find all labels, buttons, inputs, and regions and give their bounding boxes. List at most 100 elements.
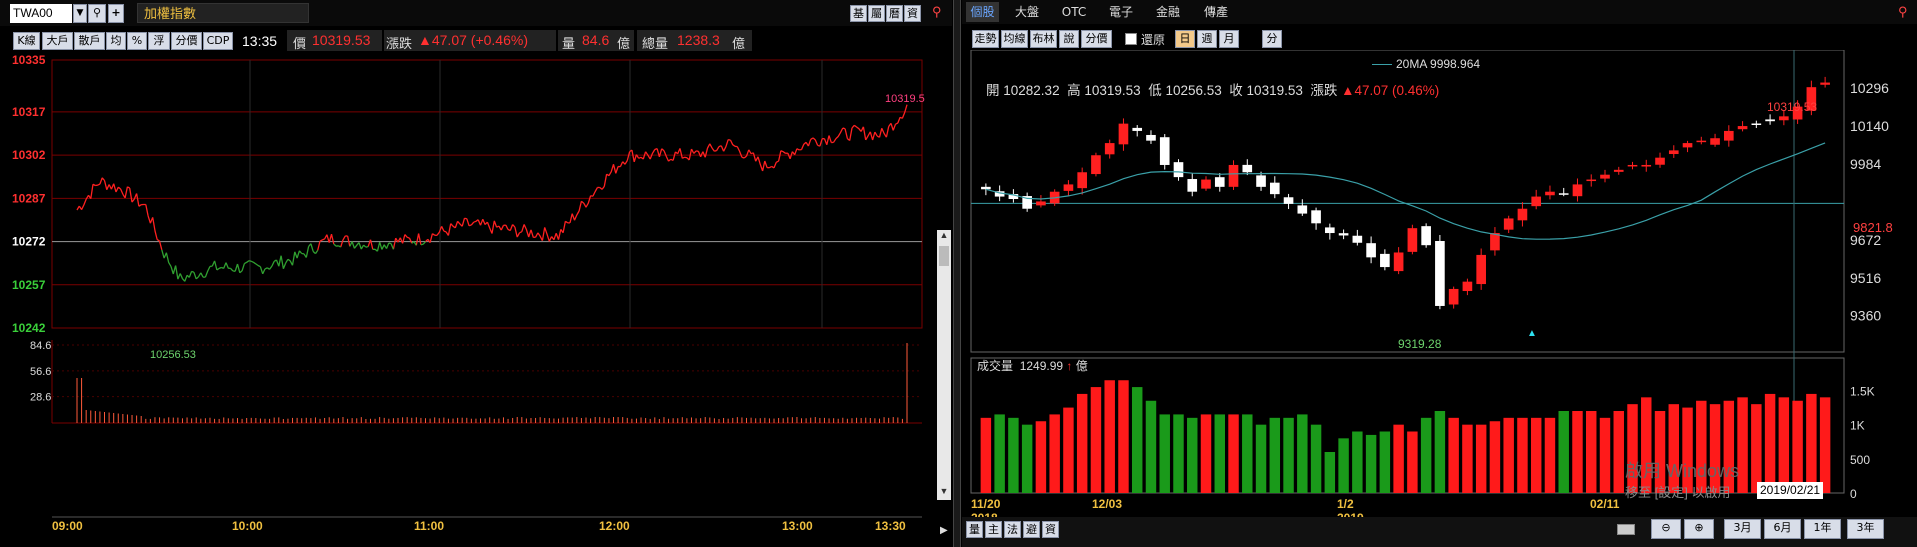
volume-bar <box>1586 411 1597 493</box>
low-value: 10256.53 <box>1165 83 1222 98</box>
institution-button[interactable]: 法 <box>1004 521 1021 538</box>
volume-bar <box>1806 393 1817 493</box>
info-btn-attr[interactable]: 屬 <box>868 5 885 22</box>
range-1y-button[interactable]: 1年 <box>1804 519 1841 539</box>
zoom-in-button[interactable]: ⊕ <box>1684 519 1714 539</box>
volume-tick-label: 1.5K <box>1850 385 1875 399</box>
tab-otc[interactable]: OTC <box>1056 2 1092 22</box>
time-tick-label: 10:00 <box>232 519 263 533</box>
tab-finance[interactable]: 金融 <box>1150 2 1186 22</box>
intraday-last-label: 10319.5 <box>885 93 925 105</box>
pin-icon[interactable]: ⚲ <box>932 4 942 20</box>
time-tick-label: 13:00 <box>782 519 813 533</box>
volume-bar <box>1173 414 1184 493</box>
cdp-button[interactable]: CDP <box>203 32 233 50</box>
float-button[interactable]: 浮 <box>148 32 170 50</box>
change-label: 漲跌 <box>386 36 413 51</box>
tab-market[interactable]: 大盤 <box>1009 2 1045 22</box>
avg-button[interactable]: 均 <box>106 32 126 50</box>
restore-checkbox[interactable] <box>1125 33 1137 45</box>
tab-electronics[interactable]: 電子 <box>1103 2 1139 22</box>
scroll-thumb[interactable] <box>939 246 949 266</box>
candle-body <box>1159 137 1170 165</box>
volume-bar <box>1530 417 1542 493</box>
retail-button[interactable]: 散戶 <box>74 32 105 50</box>
candle-body <box>1723 130 1734 141</box>
info-btn-calendar[interactable]: 曆 <box>886 5 903 22</box>
range-6m-button[interactable]: 6月 <box>1764 519 1801 539</box>
hedge-button[interactable]: 避 <box>1023 521 1040 538</box>
volume-bar <box>1599 417 1611 493</box>
zoom-out-button[interactable]: ⊖ <box>1651 519 1681 539</box>
volume-tick-label: 1K <box>1850 419 1865 433</box>
search-button[interactable]: ⚲ <box>88 4 106 23</box>
explain-button[interactable]: 說 <box>1059 30 1079 48</box>
minute-button[interactable]: 分 <box>1262 30 1282 48</box>
period-day-button[interactable]: 日 <box>1175 30 1195 48</box>
left-scroll-arrow-icon[interactable]: ▶ <box>940 525 948 536</box>
volume-tick-label: 28.6 <box>30 392 51 404</box>
candle-body <box>1435 241 1445 306</box>
scroll-down-arrow[interactable]: ▼ <box>937 486 951 500</box>
main-force-button[interactable]: 主 <box>985 521 1002 538</box>
cursor-date-label: 2019/02/21 <box>1757 482 1824 499</box>
candle-body <box>1751 123 1762 125</box>
candle-body <box>1187 179 1198 192</box>
time-tick-label: 13:30 <box>875 519 906 533</box>
volume-indicator-button[interactable]: 量 <box>966 521 983 538</box>
candle-body <box>1779 116 1789 121</box>
price-volume-button[interactable]: 分價 <box>1081 30 1112 48</box>
trend-button[interactable]: 走勢 <box>972 30 999 48</box>
panel-divider[interactable] <box>953 0 961 547</box>
price-tick-label: 10257 <box>12 278 46 292</box>
candle-body <box>1531 196 1542 207</box>
period-month-button[interactable]: 月 <box>1219 30 1239 48</box>
volume-bar <box>1035 421 1047 493</box>
candle-body <box>1228 164 1239 187</box>
candle-body <box>1077 172 1088 189</box>
candle-body <box>1655 157 1665 165</box>
tab-stock[interactable]: 個股 <box>966 2 999 22</box>
bollinger-button[interactable]: 布林 <box>1030 30 1057 48</box>
candle-body <box>1737 126 1748 130</box>
tab-traditional[interactable]: 傳產 <box>1198 2 1234 22</box>
range-3m-button[interactable]: 3月 <box>1724 519 1761 539</box>
ma-button[interactable]: 均線 <box>1001 30 1028 48</box>
info-btn-basic[interactable]: 基 <box>850 5 867 22</box>
candle-body <box>981 186 991 190</box>
ma-legend-text: 20MA 9998.964 <box>1396 57 1481 71</box>
scroll-up-arrow[interactable]: ▲ <box>937 230 951 244</box>
candle-body <box>1558 193 1569 195</box>
left-scrollbar[interactable]: ▲ ▼ <box>937 230 951 500</box>
add-button[interactable]: + <box>108 4 124 23</box>
volume-bar <box>1407 431 1418 493</box>
range-3y-button[interactable]: 3年 <box>1847 519 1884 539</box>
volume-bar <box>1778 397 1790 493</box>
price-tick-label: 10335 <box>12 55 46 67</box>
candle-body <box>1613 169 1624 172</box>
high-label: 高 <box>1067 83 1081 98</box>
symbol-dropdown-button[interactable]: ▼ <box>73 4 87 23</box>
info-btn-data[interactable]: 資 <box>904 5 921 22</box>
intraday-low-label: 10256.53 <box>150 349 196 361</box>
volume-bar <box>1269 417 1281 493</box>
margin-button[interactable]: 資 <box>1042 521 1059 538</box>
volume-bar <box>1819 397 1831 493</box>
percent-button[interactable]: % <box>127 32 147 50</box>
period-week-button[interactable]: 週 <box>1197 30 1217 48</box>
intraday-chart: 10335 10317 10302 10287 10272 10257 10242 84.6 5… <box>12 55 923 533</box>
kline-button[interactable]: K線 <box>13 32 40 50</box>
price-dist-button[interactable]: 分價 <box>171 32 202 50</box>
symbol-input[interactable]: TWA00 <box>10 4 72 23</box>
candle-body <box>1696 140 1707 143</box>
volume-bar <box>1145 400 1157 493</box>
candle-body <box>1146 134 1156 141</box>
bigholder-button[interactable]: 大戶 <box>42 32 73 50</box>
right-pin-icon[interactable]: ⚲ <box>1898 4 1908 20</box>
candle-body <box>1407 228 1418 252</box>
candle-body <box>1063 184 1074 191</box>
volume-bar <box>1310 424 1322 493</box>
candle-body <box>1517 208 1528 221</box>
low-label: 低 <box>1148 83 1162 98</box>
bottom-scrollbar[interactable] <box>1617 524 1635 535</box>
